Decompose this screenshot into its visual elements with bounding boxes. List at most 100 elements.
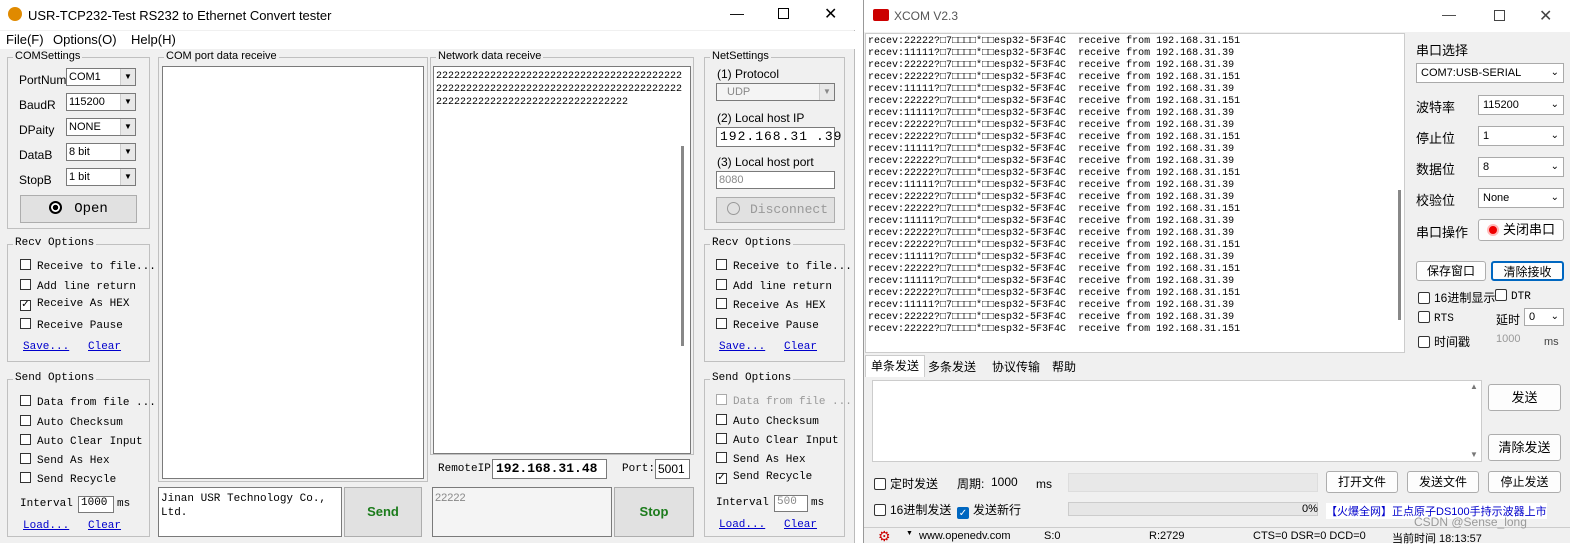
- send-recycle-checkbox[interactable]: Send Recycle: [20, 472, 116, 486]
- remote-ip-input[interactable]: 192.168.31.48: [492, 459, 607, 479]
- save-link[interactable]: Save...: [719, 341, 765, 353]
- period-input[interactable]: 1000: [991, 475, 1018, 489]
- clear-link[interactable]: Clear: [784, 519, 817, 531]
- auto-checksum-checkbox[interactable]: Auto Checksum: [716, 414, 819, 428]
- clear-recv-button[interactable]: 清除接收: [1491, 261, 1564, 281]
- baud-select[interactable]: 115200 ⌄: [1478, 95, 1564, 115]
- port-select[interactable]: COM7:USB-SERIAL ⌄: [1416, 63, 1564, 83]
- send-scroll-down-icon[interactable]: ▼: [1470, 450, 1478, 459]
- receive-line: recev:22222?□7□□□□*□□esp32-5F3F4C receiv…: [868, 192, 1240, 204]
- settings-gear-icon[interactable]: ⚙: [878, 528, 891, 544]
- send-button[interactable]: 发送: [1488, 384, 1561, 411]
- stop-button[interactable]: Stop: [614, 487, 694, 537]
- menu-help[interactable]: Help(H): [131, 32, 176, 47]
- send-as-hex-checkbox[interactable]: Send As Hex: [716, 452, 806, 466]
- clear-link[interactable]: Clear: [784, 341, 817, 353]
- parity-select[interactable]: NONE ▼: [66, 118, 136, 136]
- protocol-select[interactable]: UDP ▼: [716, 83, 835, 101]
- port-select[interactable]: COM1 ▼: [66, 68, 136, 86]
- recv-as-hex-checkbox[interactable]: Receive As HEX: [716, 298, 825, 312]
- xcom-send-input[interactable]: [872, 380, 1482, 462]
- maximize-icon[interactable]: [778, 8, 789, 19]
- checkbox-label: Auto Checksum: [37, 417, 123, 429]
- databits-select[interactable]: 8 ⌄: [1478, 157, 1564, 177]
- data-from-file-checkbox[interactable]: Data from file ...: [20, 395, 156, 409]
- close-port-button[interactable]: 关闭串口: [1478, 219, 1564, 241]
- add-line-return-checkbox[interactable]: Add line return: [716, 279, 832, 293]
- recv-pause-checkbox[interactable]: Receive Pause: [20, 318, 123, 332]
- chevron-down-icon[interactable]: ▼: [906, 530, 913, 537]
- disconnect-button[interactable]: Disconnect: [716, 197, 835, 223]
- load-link[interactable]: Load...: [23, 520, 69, 532]
- delay-select[interactable]: 0 ⌄: [1524, 308, 1564, 326]
- recv-to-file-checkbox[interactable]: Receive to file...: [716, 259, 852, 273]
- parity-select[interactable]: None ⌄: [1478, 188, 1564, 208]
- file-path-field[interactable]: [1068, 473, 1318, 492]
- send-button[interactable]: Send: [344, 487, 422, 537]
- clear-send-button[interactable]: 清除发送: [1488, 434, 1561, 461]
- checkbox-label: Send Recycle: [37, 474, 117, 486]
- interval-input[interactable]: 500: [774, 495, 808, 512]
- stop-label: Stop: [639, 504, 669, 519]
- send-as-hex-checkbox[interactable]: Send As Hex: [20, 453, 110, 467]
- minimize-icon[interactable]: —: [730, 5, 744, 21]
- databits-select[interactable]: 8 bit ▼: [66, 143, 136, 161]
- status-url[interactable]: www.openedv.com: [919, 530, 1011, 542]
- newline-send-checkbox[interactable]: ✓ 发送新行: [957, 501, 1021, 519]
- auto-clear-input-checkbox[interactable]: Auto Clear Input: [716, 433, 839, 447]
- open-file-button[interactable]: 打开文件: [1326, 471, 1398, 493]
- scrollbar[interactable]: [681, 146, 684, 346]
- send-recycle-checkbox[interactable]: ✓ Send Recycle: [716, 471, 812, 484]
- baud-select[interactable]: 115200 ▼: [66, 93, 136, 111]
- interval-input[interactable]: 1000: [78, 496, 114, 513]
- timestamp-checkbox[interactable]: 时间戳: [1418, 333, 1470, 350]
- close-icon[interactable]: ✕: [824, 4, 837, 24]
- menu-file[interactable]: File(F): [6, 32, 44, 47]
- add-line-return-checkbox[interactable]: Add line return: [20, 279, 136, 293]
- receive-scrollbar[interactable]: [1398, 190, 1401, 320]
- databits-label: 数据位: [1416, 162, 1456, 177]
- remote-port-input[interactable]: 5001: [655, 459, 690, 479]
- auto-clear-input-checkbox[interactable]: Auto Clear Input: [20, 434, 143, 448]
- tab-single-send[interactable]: 单条发送: [865, 355, 925, 377]
- minimize-icon[interactable]: —: [1442, 6, 1456, 22]
- save-link[interactable]: Save...: [23, 341, 69, 353]
- tab-multi-send[interactable]: 多条发送: [928, 357, 976, 377]
- open-button[interactable]: Open: [20, 195, 137, 223]
- hex-show-checkbox[interactable]: 16进制显示: [1418, 289, 1495, 306]
- menu-options[interactable]: Options(O): [53, 32, 117, 47]
- stopbits-select[interactable]: 1 bit ▼: [66, 168, 136, 186]
- clear-link[interactable]: Clear: [88, 341, 121, 353]
- recv-pause-checkbox[interactable]: Receive Pause: [716, 318, 819, 332]
- xcom-receive-area[interactable]: recev:22222?□7□□□□*□□esp32-5F3F4C receiv…: [865, 33, 1405, 353]
- net-receive-area[interactable]: 2222222222222222222222222222222222222222…: [433, 66, 691, 454]
- recv-as-hex-checkbox[interactable]: ✓ Receive As HEX: [20, 298, 129, 311]
- tab-help[interactable]: 帮助: [1052, 357, 1076, 377]
- data-from-file-checkbox[interactable]: Data from file ...: [716, 394, 852, 408]
- dtr-checkbox[interactable]: DTR: [1495, 289, 1531, 303]
- load-link[interactable]: Load...: [719, 519, 765, 531]
- save-window-button[interactable]: 保存窗口: [1416, 261, 1486, 281]
- stopbits-select[interactable]: 1 ⌄: [1478, 126, 1564, 146]
- net-send-input[interactable]: 22222: [432, 487, 612, 537]
- auto-checksum-checkbox[interactable]: Auto Checksum: [20, 415, 123, 429]
- close-icon[interactable]: ✕: [1539, 6, 1552, 26]
- local-port-input[interactable]: 8080: [716, 171, 835, 189]
- receive-payload: recev:22222?□7□□□□*□□esp32-5F3F4C: [868, 96, 1067, 107]
- timed-send-checkbox[interactable]: 定时发送: [874, 475, 938, 492]
- rts-checkbox[interactable]: RTS: [1418, 311, 1454, 325]
- com-receive-area[interactable]: [162, 66, 424, 479]
- tab-protocol[interactable]: 协议传输: [992, 357, 1040, 377]
- send-file-button[interactable]: 发送文件: [1407, 471, 1479, 493]
- local-ip-input[interactable]: 192.168.31 .39: [716, 127, 841, 147]
- send-scroll-up-icon[interactable]: ▲: [1470, 382, 1478, 391]
- hex-send-checkbox[interactable]: 16进制发送: [874, 501, 951, 518]
- receive-line: recev:22222?□7□□□□*□□esp32-5F3F4C receiv…: [868, 120, 1240, 132]
- maximize-icon[interactable]: [1494, 10, 1505, 21]
- interval-label: Interval: [716, 497, 769, 509]
- clear-link[interactable]: Clear: [88, 520, 121, 532]
- com-send-input[interactable]: Jinan USR Technology Co., Ltd.: [158, 487, 342, 537]
- recv-to-file-checkbox[interactable]: Receive to file...: [20, 259, 156, 273]
- timestamp-value[interactable]: 1000: [1496, 333, 1520, 345]
- stop-send-button[interactable]: 停止发送: [1488, 471, 1561, 493]
